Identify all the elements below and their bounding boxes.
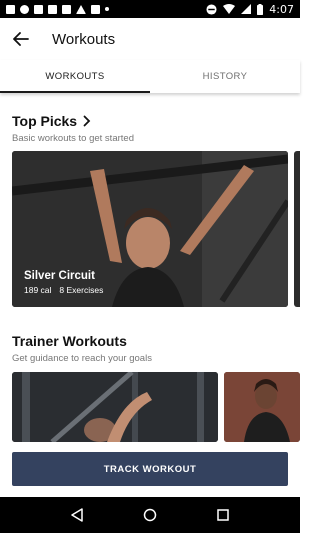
notification-icon (20, 4, 29, 14)
system-nav-bar (0, 497, 300, 533)
image-notification-icon (48, 4, 57, 14)
tab-history[interactable]: HISTORY (150, 60, 300, 93)
app-notification-icon (91, 4, 100, 14)
notification-icons (6, 4, 109, 14)
trainer-workouts-title: Trainer Workouts (12, 333, 127, 349)
page-title: Workouts (52, 30, 116, 48)
bottom-action-area: TRACK WORKOUT (0, 444, 300, 497)
trainer-workout-photo (12, 372, 218, 442)
top-picks-title: Top Picks (12, 113, 78, 129)
trainer-workout-photo (224, 372, 300, 442)
tab-workouts[interactable]: WORKOUTS (0, 60, 150, 93)
status-time: 4:07 (269, 2, 294, 16)
more-notifications-icon (105, 7, 109, 11)
trainer-workout-card[interactable] (224, 372, 300, 442)
nav-recents-icon[interactable] (213, 505, 233, 525)
workouts-content[interactable]: Top Picks Basic workouts to get started … (0, 93, 300, 497)
status-bar: 4:07 (0, 0, 300, 18)
trainer-workouts-subtitle: Get guidance to reach your goals (12, 353, 152, 364)
workout-card-calories: 189 cal (24, 285, 52, 295)
chevron-right-icon (83, 115, 91, 127)
app-bar: Workouts (0, 18, 300, 60)
app-notification-icon (76, 4, 86, 14)
top-picks-header[interactable]: Top Picks (12, 113, 91, 129)
signal-icon (241, 4, 252, 14)
nav-home-icon[interactable] (140, 505, 160, 525)
trainer-workouts-header: Trainer Workouts (12, 333, 127, 349)
battery-icon (257, 3, 264, 15)
top-picks-subtitle: Basic workouts to get started (12, 133, 134, 144)
wifi-icon (223, 4, 236, 14)
image-notification-icon (34, 4, 43, 14)
nav-back-icon[interactable] (67, 505, 87, 525)
track-workout-button[interactable]: TRACK WORKOUT (12, 452, 288, 486)
trainer-workout-card[interactable] (12, 372, 218, 442)
workout-card-title: Silver Circuit (24, 270, 95, 282)
tab-bar: WORKOUTS HISTORY (0, 60, 300, 93)
workout-card-next[interactable] (294, 151, 300, 307)
workout-card-silver-circuit[interactable]: Silver Circuit 189 cal 8 Exercises (12, 151, 288, 307)
workout-card-exercises: 8 Exercises (59, 285, 104, 295)
do-not-disturb-icon (206, 3, 217, 15)
workout-card-info: Silver Circuit 189 cal 8 Exercises (24, 270, 103, 295)
gmail-icon (62, 4, 71, 14)
back-arrow-icon[interactable] (12, 30, 30, 48)
notification-icon (6, 4, 15, 14)
